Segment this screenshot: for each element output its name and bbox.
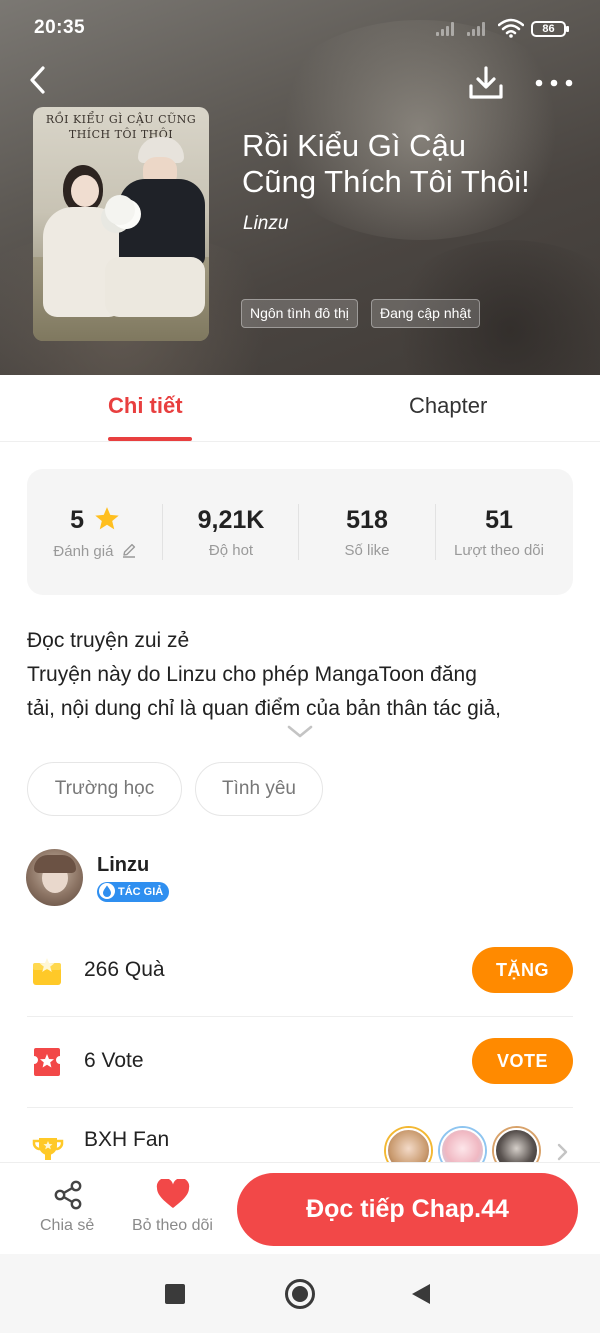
topic-chip[interactable]: Trường học: [27, 762, 182, 816]
description-line: Truyện này do Linzu cho phép MangaToon đ…: [27, 663, 477, 686]
fan-ranking-row[interactable]: BXH Fan: [27, 1108, 573, 1164]
system-navigation-bar: [0, 1254, 600, 1333]
vote-ticket-icon: [34, 1048, 60, 1076]
stat-rating-label: Đánh giá: [27, 542, 163, 560]
cover-flowers: [105, 195, 135, 225]
stat-hot: 9,21K Độ hot: [163, 469, 299, 595]
topic-chip[interactable]: Tình yêu: [195, 762, 323, 816]
gift-button[interactable]: TẶNG: [472, 947, 573, 993]
unfollow-label: Bỏ theo dõi: [132, 1217, 213, 1234]
stat-likes-value: 518: [346, 506, 388, 534]
status-chip: Đang cập nhật: [371, 299, 481, 328]
description-line: tải, nội dung chỉ là quan điểm của bản t…: [27, 697, 501, 720]
status-time: 20:35: [34, 17, 86, 38]
home-icon[interactable]: [285, 1279, 315, 1309]
star-icon: [95, 507, 119, 530]
author-badge: TÁC GIẢ: [97, 882, 170, 902]
author-avatar[interactable]: [26, 849, 83, 906]
book-cover-image: RỒI KIỂU GÌ CẬU CŨNG THÍCH TÔI THÔI: [33, 107, 209, 341]
description-line: Đọc truyện zui zẻ: [27, 629, 190, 652]
home-icon-dot: [292, 1286, 308, 1302]
vote-count: 6 Vote: [84, 1049, 144, 1072]
vote-row: 6 Vote VOTE: [27, 1017, 573, 1108]
signal-icon: [436, 22, 458, 36]
stat-hot-label: Độ hot: [208, 542, 254, 559]
chevron-right-icon[interactable]: [556, 1142, 570, 1162]
back-triangle-icon[interactable]: [410, 1282, 432, 1306]
stat-followers: 51 Lượt theo dõi: [431, 469, 567, 595]
gift-count: 266 Quà: [84, 958, 165, 981]
stat-followers-value: 51: [485, 506, 513, 534]
bottom-action-bar: Chia sẻ Bỏ theo dõi Đọc tiếp Chap.44: [0, 1162, 600, 1254]
signal-icon: [467, 22, 489, 36]
vote-button[interactable]: VOTE: [472, 1038, 573, 1084]
edit-pencil-icon[interactable]: [121, 542, 137, 558]
avatar-hair: [34, 855, 76, 873]
share-icon: [54, 1180, 82, 1210]
stat-rating[interactable]: 5 Đánh giá: [27, 469, 163, 595]
download-icon[interactable]: [466, 64, 506, 102]
status-bar: 20:35 86: [0, 0, 600, 60]
stat-hot-value: 9,21K: [197, 506, 265, 534]
trophy-icon: [32, 1138, 64, 1160]
wifi-icon: [498, 18, 524, 38]
book-author[interactable]: Linzu: [243, 213, 288, 235]
back-arrow-icon[interactable]: [24, 62, 54, 98]
more-options-icon[interactable]: [534, 70, 574, 96]
detail-tabs: Chi tiết Chapter: [0, 375, 600, 442]
cover-figure-body: [119, 179, 205, 267]
cover-figure-legs: [105, 257, 205, 317]
heart-icon: [156, 1179, 190, 1208]
unfollow-button[interactable]: Bỏ theo dõi: [126, 1163, 222, 1253]
share-label: Chia sẻ: [40, 1217, 95, 1234]
recent-apps-icon[interactable]: [165, 1284, 185, 1304]
author-name[interactable]: Linzu: [97, 854, 149, 877]
book-description[interactable]: Đọc truyện zui zẻ Truyện này do Linzu ch…: [27, 624, 573, 726]
stats-panel: 5 Đánh giá 9,21K Độ hot 518 Số like 51 L…: [27, 469, 573, 595]
share-button[interactable]: Chia sẻ: [30, 1163, 106, 1253]
stat-likes: 518 Số like: [299, 469, 435, 595]
stat-rating-value: 5: [27, 506, 163, 535]
genre-chip[interactable]: Ngôn tình đô thị: [241, 299, 358, 328]
cover-title-text: RỒI KIỂU GÌ CẬU CŨNG THÍCH TÔI THÔI: [45, 113, 197, 141]
stat-followers-label: Lượt theo dõi: [454, 542, 544, 559]
battery-indicator: 86: [531, 21, 569, 37]
water-drop-icon: [99, 883, 115, 900]
chevron-down-icon[interactable]: [286, 724, 314, 740]
tab-details[interactable]: Chi tiết: [108, 393, 183, 419]
fan-ranking-label: BXH Fan: [84, 1128, 170, 1151]
stat-likes-label: Số like: [344, 542, 390, 559]
gift-icon: [33, 958, 61, 985]
continue-reading-button[interactable]: Đọc tiếp Chap.44: [237, 1173, 578, 1246]
book-title: Rồi Kiểu Gì Cậu Cũng Thích Tôi Thôi!: [242, 128, 530, 199]
book-header: 20:35 86 RỒI KIỂU GÌ CẬU CŨNG THÍCH TÔI …: [0, 0, 600, 375]
cover-figure-face: [71, 175, 99, 207]
active-tab-indicator: [108, 437, 192, 441]
tab-chapters[interactable]: Chapter: [409, 393, 487, 419]
gift-row: 266 Quà TẶNG: [27, 926, 573, 1017]
